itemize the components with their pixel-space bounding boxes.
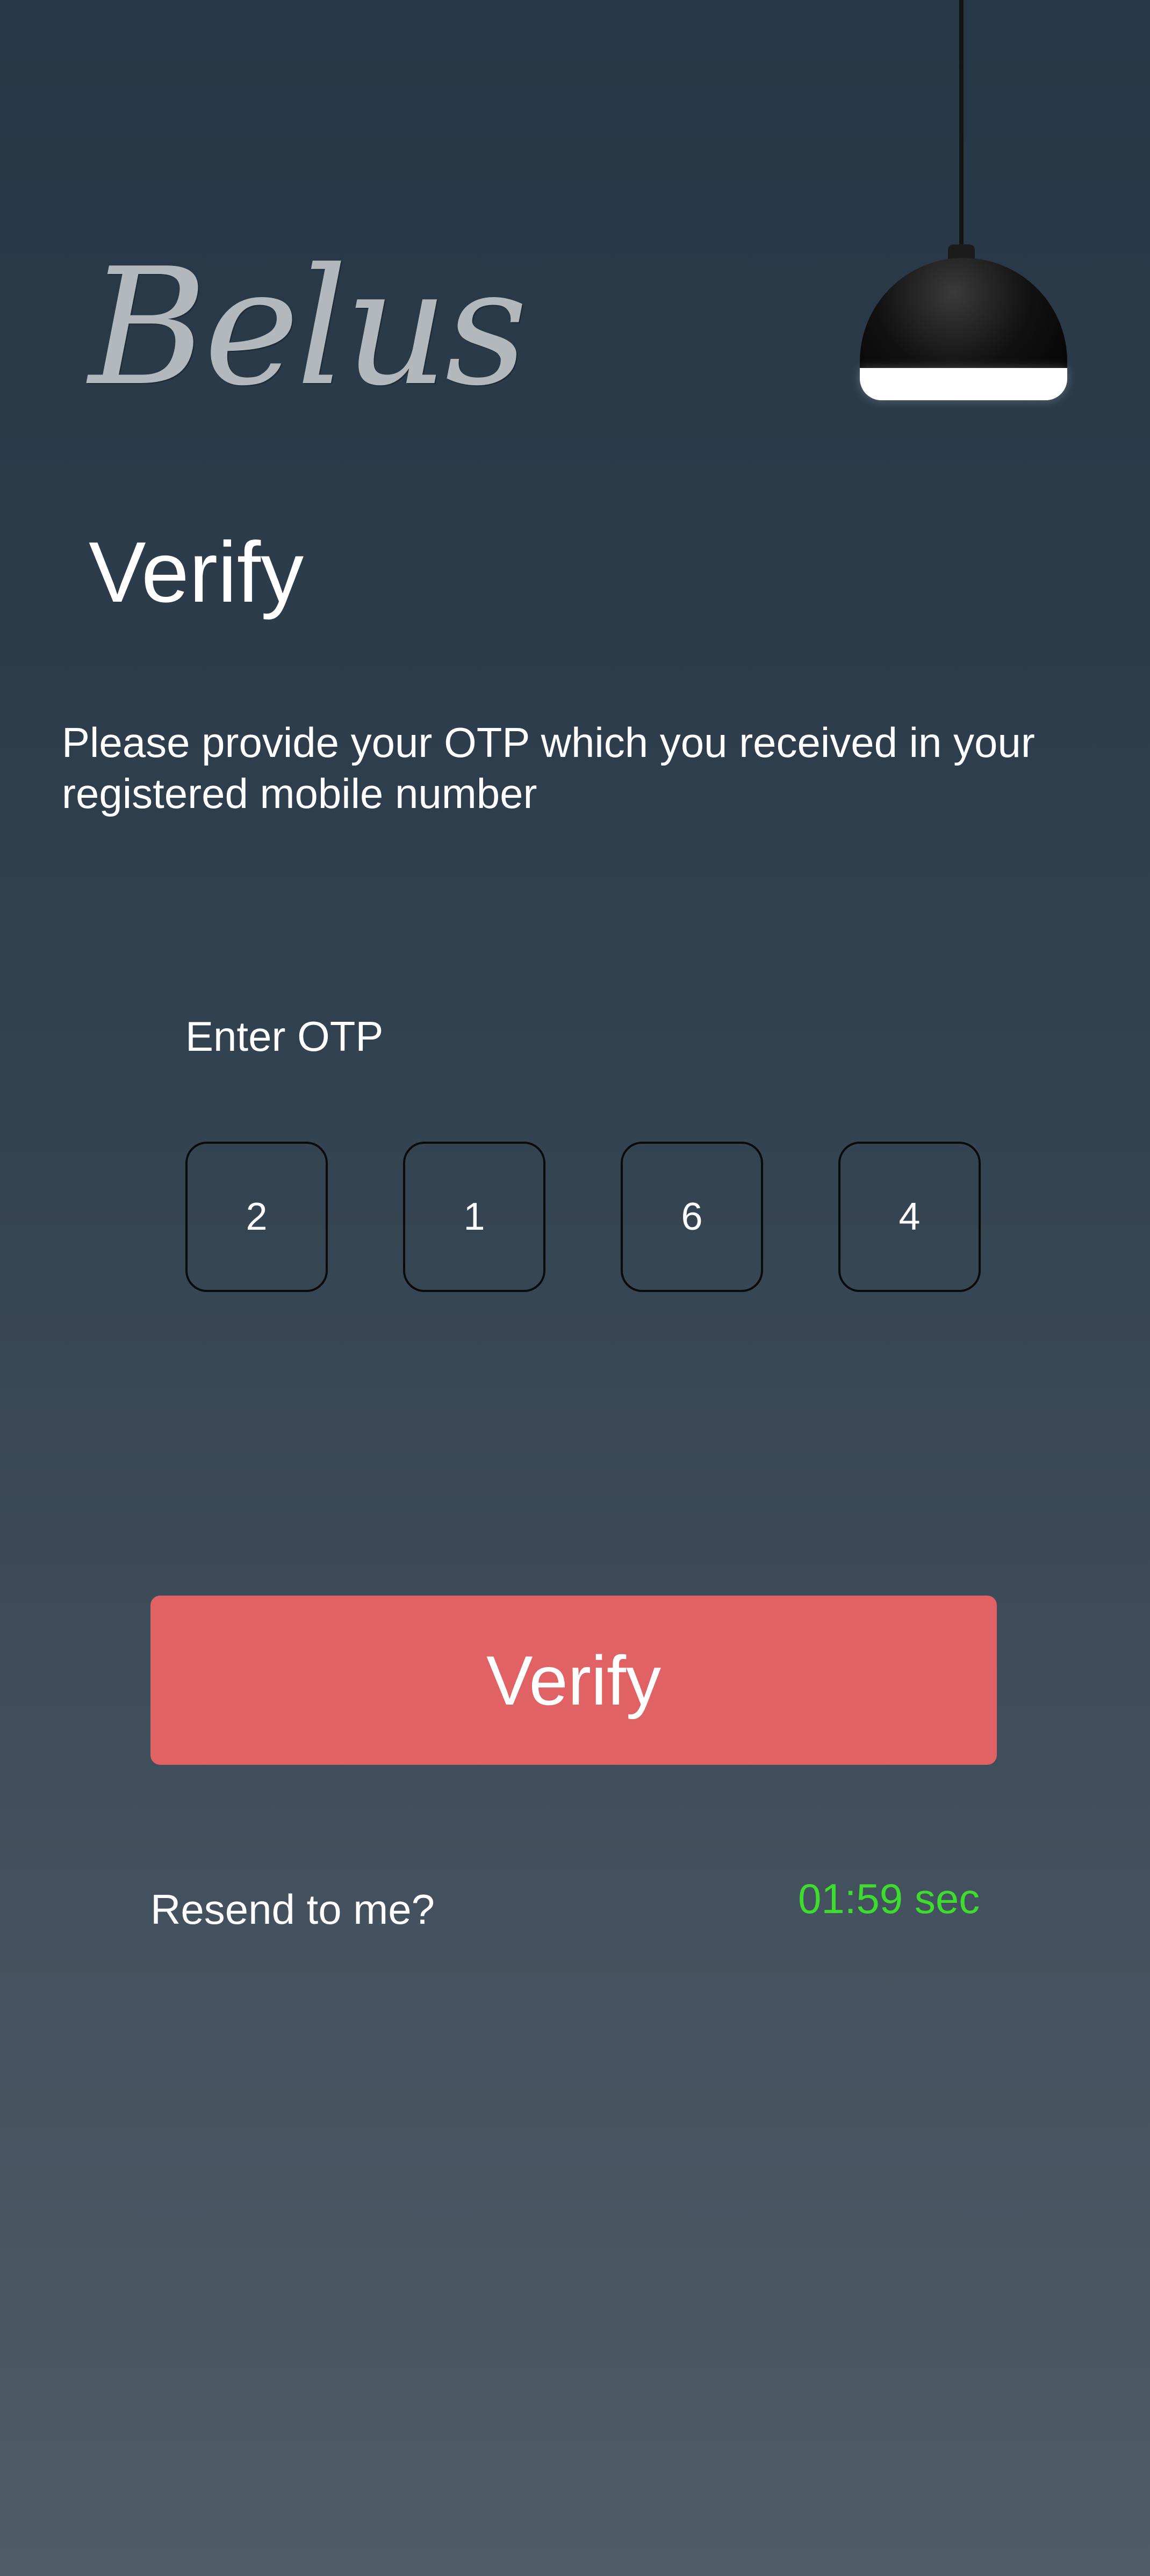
verify-button[interactable]: Verify	[150, 1596, 997, 1765]
otp-timer: 01:59 sec	[798, 1875, 980, 1922]
resend-link[interactable]: Resend to me?	[150, 1888, 435, 1930]
otp-digit-1[interactable]: 2	[185, 1142, 328, 1292]
otp-label: Enter OTP	[185, 1013, 384, 1060]
lamp-light	[860, 368, 1067, 400]
otp-digit-2[interactable]: 1	[403, 1142, 545, 1292]
lamp-cord	[959, 0, 964, 252]
brand-logo: Belus	[89, 234, 528, 421]
otp-digit-4[interactable]: 4	[838, 1142, 981, 1292]
page-title: Verify	[89, 524, 304, 620]
otp-instructions: Please provide your OTP which you receiv…	[62, 719, 1035, 817]
otp-digit-3[interactable]: 6	[621, 1142, 763, 1292]
lamp-shade	[860, 258, 1067, 376]
verify-screen: { "brand": { "name": "Belus" }, "page": …	[0, 0, 1150, 2576]
